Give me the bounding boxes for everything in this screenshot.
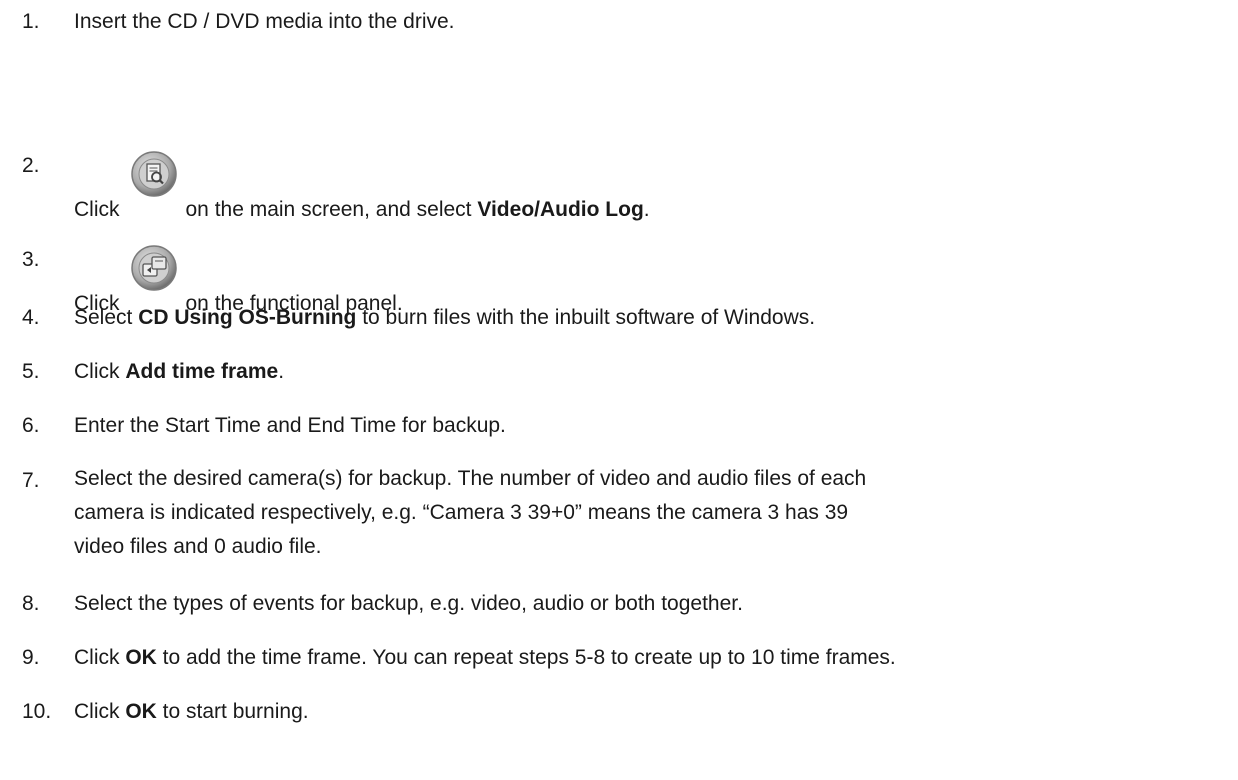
step-text-pre: Select [74,306,139,329]
step-text-post: to burn files with the inbuilt software … [356,306,816,329]
backup-icon [130,244,178,292]
step-number: 3. [22,248,40,271]
step-text-tail: . [643,198,650,221]
step-number: 6. [22,414,40,437]
step-text-post: to add the time frame. You can repeat st… [156,646,896,669]
step-number: 4. [22,306,40,329]
step-text-post: on the main screen, and select [185,198,478,221]
step-text: Select the types of events for backup, e… [74,592,743,615]
step-number: 9. [22,646,40,669]
step-text: Enter the Start Time and End Time for ba… [74,414,506,437]
step-text-line: video files and 0 audio file. [74,535,322,558]
step-text-bold: Video/Audio Log [477,198,644,221]
step-text: Click OK to start burning. [74,696,1218,728]
step-number: 1. [22,10,40,33]
step-text-pre: Click [74,646,126,669]
step-text-bold: CD Using OS-Burning [138,306,357,329]
step-text-bold: Add time frame [125,360,279,383]
step-text-pre: Click [74,198,120,221]
step-text: Click OK to add the time frame. You can … [74,642,1218,674]
search-log-icon [130,150,178,198]
step-text: Click Add time frame. [74,356,1218,388]
step-number: 7. [22,469,40,492]
step-text-post: to start burning. [156,700,309,723]
step-text: Insert the CD / DVD media into the drive… [74,10,455,33]
step-text-line: camera is indicated respectively, e.g. “… [74,501,849,524]
step-text: Click on the main screen, and select Vid… [74,150,1218,226]
step-number: 10. [22,700,52,723]
step-text-line: Select the desired camera(s) for backup.… [74,467,867,490]
step-text: Select CD Using OS-Burning to burn files… [74,302,1218,334]
step-text-bold: OK [125,700,157,723]
step-text-bold: OK [125,646,157,669]
step-text-pre: Click [74,360,126,383]
step-text-post: . [278,360,285,383]
step-text: Select the desired camera(s) for backup.… [74,462,1218,564]
step-number: 8. [22,592,40,615]
step-number: 2. [22,154,40,177]
step-text-pre: Click [74,700,126,723]
step-number: 5. [22,360,40,383]
